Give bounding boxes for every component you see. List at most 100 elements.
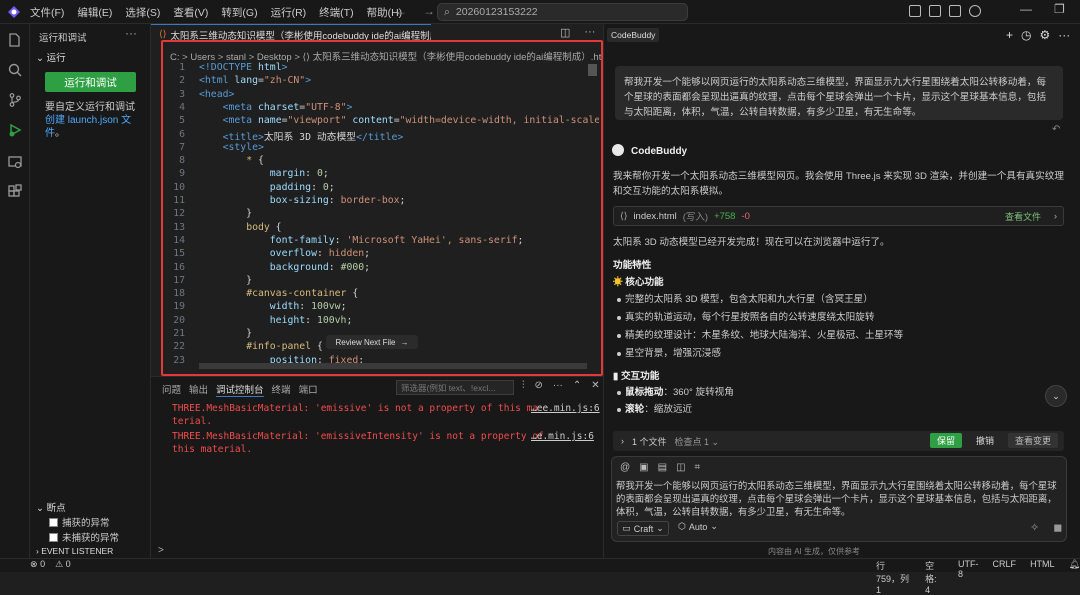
maximize-icon[interactable]: ❐ [1054, 2, 1065, 16]
book-icon[interactable]: ◫ [676, 462, 685, 473]
revert-icon[interactable]: ↶ [1052, 124, 1060, 135]
source-link[interactable]: …ee.min.js:6 [531, 403, 600, 414]
undo-button[interactable]: 撤销 [970, 433, 1000, 448]
account-icon[interactable] [969, 5, 981, 17]
run-debug-icon[interactable] [7, 122, 23, 138]
view-file-link[interactable]: 查看文件 [1005, 210, 1041, 223]
panel-tab[interactable]: 问题 [162, 382, 181, 397]
code-view[interactable]: 1 <!DOCTYPE html> 2 <html lang="zh-CN"> 3 <he… [163, 62, 599, 368]
code-line: body { [246, 221, 282, 233]
checkbox[interactable] [49, 532, 58, 542]
editor-scrollbar[interactable] [588, 64, 597, 76]
settings-icon[interactable]: ⚙ [1040, 28, 1051, 42]
console-prompt[interactable]: > [158, 545, 164, 556]
code-line: box-sizing: border-box; [269, 195, 406, 206]
more-actions-icon[interactable]: ··· [553, 380, 563, 391]
breadcrumb[interactable]: C: > Users > stanl > Desktop > ⟨⟩ 太阳系三维动… [170, 49, 620, 63]
history-icon[interactable]: ◷ [1021, 28, 1031, 42]
chevron-right-icon[interactable]: › [621, 436, 624, 446]
line-number: 2 [179, 75, 185, 87]
editor-tab[interactable]: ⟨⟩ 太阳系三维动态知识模型（李彬使用codebuddy ide的ai编程制成）… [151, 24, 431, 44]
close-panel-icon[interactable]: ✕ [591, 380, 599, 391]
user-message: 帮我开发一个能够以网页运行的太阳系动态三维模型，界面显示九大行星围绕着太阳公转移… [615, 66, 1063, 120]
sparkle-icon[interactable]: ✧ [1030, 521, 1039, 534]
more-actions-icon[interactable]: ··· [1058, 28, 1070, 42]
chat-tab[interactable]: CodeBuddy [607, 28, 660, 42]
forward-icon[interactable]: → [423, 4, 435, 18]
encoding[interactable]: UTF-8 [958, 559, 979, 595]
run-and-debug-button[interactable]: 运行和调试 [45, 72, 136, 92]
bp-uncaught-exceptions[interactable]: 未捕获的异常 [49, 530, 119, 544]
source-control-icon[interactable] [7, 92, 23, 108]
panel-tab[interactable]: 调试控制台 [216, 382, 264, 397]
chat-input-text[interactable]: 帮我开发一个能够以网页运行的太阳系动态三维模型，界面显示九大行星围绕着太阳公转移… [616, 479, 1060, 518]
new-chat-icon[interactable]: + [1006, 28, 1013, 42]
menu-item[interactable]: 运行(R) [271, 5, 307, 20]
checkpoint-selector[interactable]: 检查点 1 ⌄ [675, 435, 720, 448]
keep-button[interactable]: 保留 [930, 433, 962, 448]
language-mode[interactable]: HTML [1030, 559, 1055, 595]
menu-item[interactable]: 文件(F) [30, 5, 64, 20]
done-message: 太阳系 3D 动态模型已经开发完成！现在可以在浏览器中运行了。 [613, 237, 890, 248]
mention-icon[interactable]: @ [620, 462, 630, 473]
menu-item[interactable]: 终端(T) [319, 5, 353, 20]
code-line: * { [246, 155, 264, 167]
command-center[interactable]: ⌕ 20260123153222 [437, 3, 688, 21]
mode-selector[interactable]: ▭ Craft ⌄ [617, 521, 669, 536]
minimize-icon[interactable]: — [1020, 2, 1032, 16]
code-line: overflow: hidden; [269, 248, 371, 260]
stop-icon[interactable]: ◼ [1053, 521, 1062, 534]
clear-console-icon[interactable]: ⊘ [535, 380, 543, 391]
checkpoint-label: 检查点 1 [674, 436, 710, 447]
split-editor-icon[interactable]: ◫ [560, 26, 570, 39]
panel-tab[interactable]: 端口 [299, 382, 318, 397]
checkbox[interactable] [49, 517, 58, 527]
folder-icon[interactable]: ▤ [658, 462, 667, 473]
review-next-file-button[interactable]: Review Next File → [326, 335, 418, 349]
extensions-icon[interactable] [7, 184, 23, 200]
console-filter-input[interactable]: 筛选器(例如 text、!excl... [396, 380, 514, 395]
editor-horizontal-scrollbar[interactable] [199, 363, 587, 369]
menu-item[interactable]: 选择(S) [125, 5, 160, 20]
bullet [617, 408, 621, 412]
cube-icon: ⬡ [678, 521, 686, 531]
view-changes-button[interactable]: 查看变更 [1008, 433, 1058, 448]
maximize-panel-icon[interactable]: ⌃ [573, 380, 581, 391]
toggle-secondary-sidebar-icon[interactable] [949, 5, 961, 17]
line-ending[interactable]: CRLF [993, 559, 1017, 595]
source-link[interactable]: …e.min.js:6 [531, 431, 594, 442]
code-line: <html lang="zh-CN"> [199, 75, 312, 87]
filter-icon[interactable]: ⫶ [522, 380, 525, 391]
back-icon[interactable]: ← [395, 4, 407, 18]
notifications-icon[interactable]: 🔔︎ [1069, 559, 1080, 595]
cursor-position[interactable]: 行 759，列 1 [876, 559, 911, 595]
code-line: #info-panel { [246, 341, 323, 353]
console-error-line: THREE.MeshBasicMaterial: 'emissiveIntens… [172, 431, 544, 442]
scroll-to-bottom-button[interactable]: ⌄ [1045, 385, 1067, 407]
input-toolbar: @ ▣ ▤ ◫ ⌗ [620, 462, 700, 473]
menu-item[interactable]: 编辑(E) [77, 5, 112, 20]
remote-explorer-icon[interactable] [7, 154, 23, 170]
file-change-card[interactable]: ⟨⟩ index.html (写入) +758 -0 查看文件 › [613, 206, 1064, 226]
link-icon[interactable]: ⌗ [695, 462, 701, 473]
image-icon[interactable]: ▣ [639, 462, 648, 473]
indentation[interactable]: 空格: 4 [925, 559, 944, 595]
more-actions-icon[interactable]: ··· [584, 26, 595, 39]
panel-tab[interactable]: 终端 [272, 382, 291, 397]
breakpoints-header[interactable]: ⌄ 断点 [36, 500, 66, 514]
bp-caught-exceptions[interactable]: 捕获的异常 [49, 515, 110, 529]
model-selector[interactable]: ⬡ Auto ⌄ [678, 521, 718, 532]
more-actions-icon[interactable]: ··· [125, 26, 137, 40]
problems-status[interactable]: ⊗ 0 ⚠ 0 [30, 559, 71, 570]
run-section-header[interactable]: ⌄ 运行 [36, 50, 66, 64]
panel-tab[interactable]: 输出 [189, 382, 208, 397]
bullet [617, 298, 621, 302]
toggle-sidebar-icon[interactable] [909, 5, 921, 17]
interact-heading-label: 交互功能 [620, 371, 660, 382]
sun-icon: ☀ [613, 277, 623, 288]
menu-item[interactable]: 查看(V) [173, 5, 208, 20]
menu-item[interactable]: 转到(G) [221, 5, 257, 20]
search-icon[interactable] [7, 62, 23, 78]
toggle-panel-icon[interactable] [929, 5, 941, 17]
explorer-icon[interactable] [7, 32, 23, 48]
